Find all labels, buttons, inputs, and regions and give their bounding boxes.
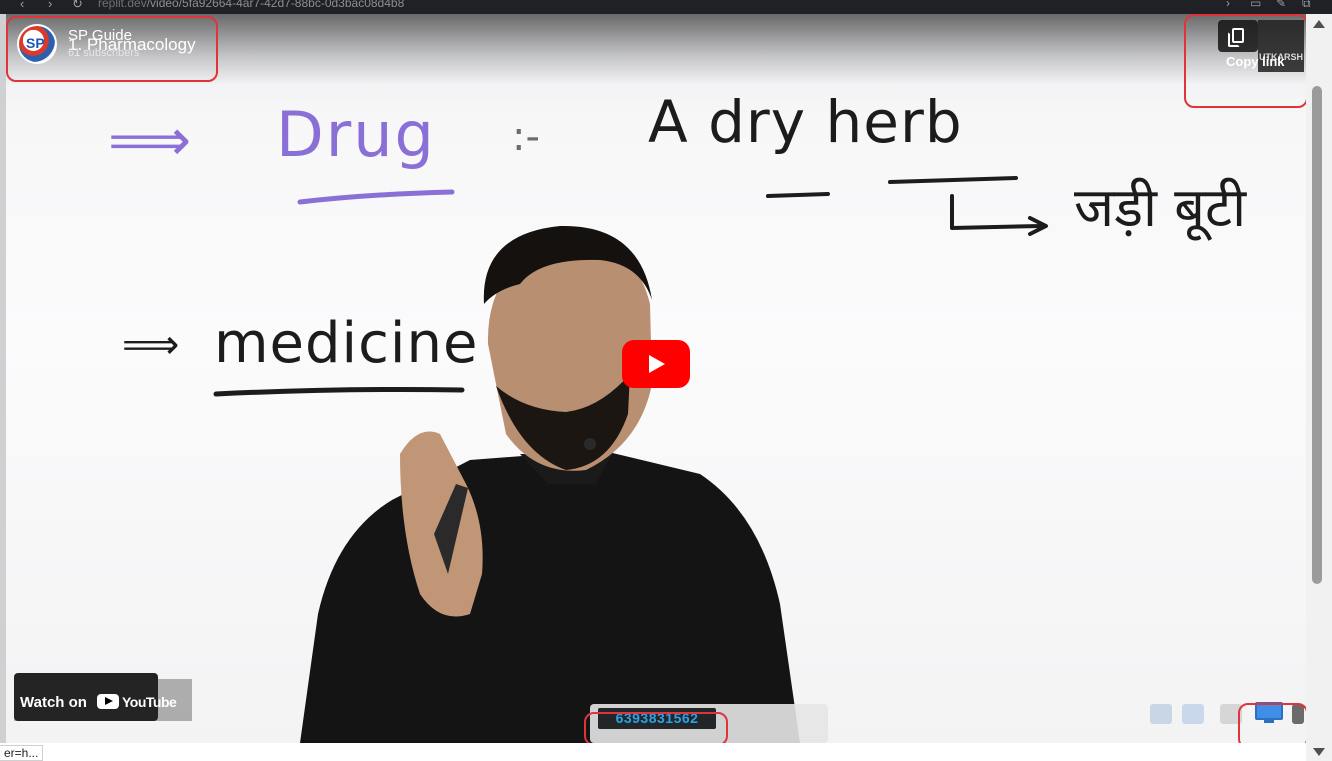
- browser-toolbar: ‹ › ↻ replit.dev/video/5fa92664-4ar7-42d…: [0, 0, 1332, 14]
- highlight-phone-number: [584, 712, 728, 746]
- new-window-icon[interactable]: ⧉: [1302, 0, 1311, 11]
- back-icon[interactable]: ‹: [20, 0, 24, 11]
- whiteboard-hindi-arrow: [950, 194, 1048, 236]
- presenter: [300, 225, 800, 743]
- whiteboard-definition: A dry herb: [648, 88, 963, 156]
- whiteboard-drug-underline: [297, 189, 455, 205]
- page-bottom: [0, 743, 1306, 761]
- chevron-right-icon[interactable]: ›: [1226, 0, 1230, 10]
- whiteboard-arrow-2: ⟹: [122, 322, 179, 368]
- url-host: replit.dev: [98, 0, 147, 10]
- whiteboard-arrow-1: ⟹: [108, 106, 191, 174]
- video-left-edge: [0, 14, 6, 743]
- install-app-icon[interactable]: ▭: [1250, 0, 1261, 10]
- highlight-channel-header: [6, 16, 218, 82]
- address-bar[interactable]: replit.dev/video/5fa92664-4ar7-42d7-88bc…: [98, 0, 404, 10]
- watch-on-label: Watch on: [20, 694, 87, 711]
- whiteboard-hindi: जड़ी बूटी: [1074, 176, 1247, 241]
- highlight-copy-link: [1184, 14, 1308, 108]
- whiteboard-separator: :-: [512, 114, 540, 160]
- watch-on-youtube-button[interactable]: Watch on YouTube: [14, 673, 192, 721]
- play-button[interactable]: [622, 340, 690, 388]
- scroll-up-icon[interactable]: [1313, 20, 1325, 28]
- whiteboard-drug: Drug: [276, 98, 436, 171]
- whiteboard-herb-underline: [888, 176, 1018, 184]
- extensions-icon[interactable]: ✎: [1276, 0, 1286, 10]
- whiteboard-medicine: medicine: [214, 311, 478, 376]
- youtube-label: YouTube: [122, 694, 177, 710]
- forward-icon[interactable]: ›: [48, 0, 52, 11]
- whiteboard-medicine-underline: [213, 387, 465, 397]
- screen: { "browser": { "url_host": "replit.dev",…: [0, 0, 1332, 761]
- whiteboard-dry-underline: [766, 192, 830, 198]
- image-tool-icon: [1150, 704, 1172, 724]
- url-path: /video/5fa92664-4ar7-42d7-88bc-0d3bac08d…: [146, 0, 405, 10]
- play-icon: [649, 355, 665, 373]
- scroll-thumb[interactable]: [1312, 86, 1322, 584]
- status-bar-text: er=h...: [0, 745, 44, 761]
- reload-icon[interactable]: ↻: [72, 0, 83, 12]
- brush-tool-icon: [1182, 704, 1204, 724]
- youtube-logo-icon: [97, 694, 119, 709]
- scroll-down-icon[interactable]: [1313, 748, 1325, 756]
